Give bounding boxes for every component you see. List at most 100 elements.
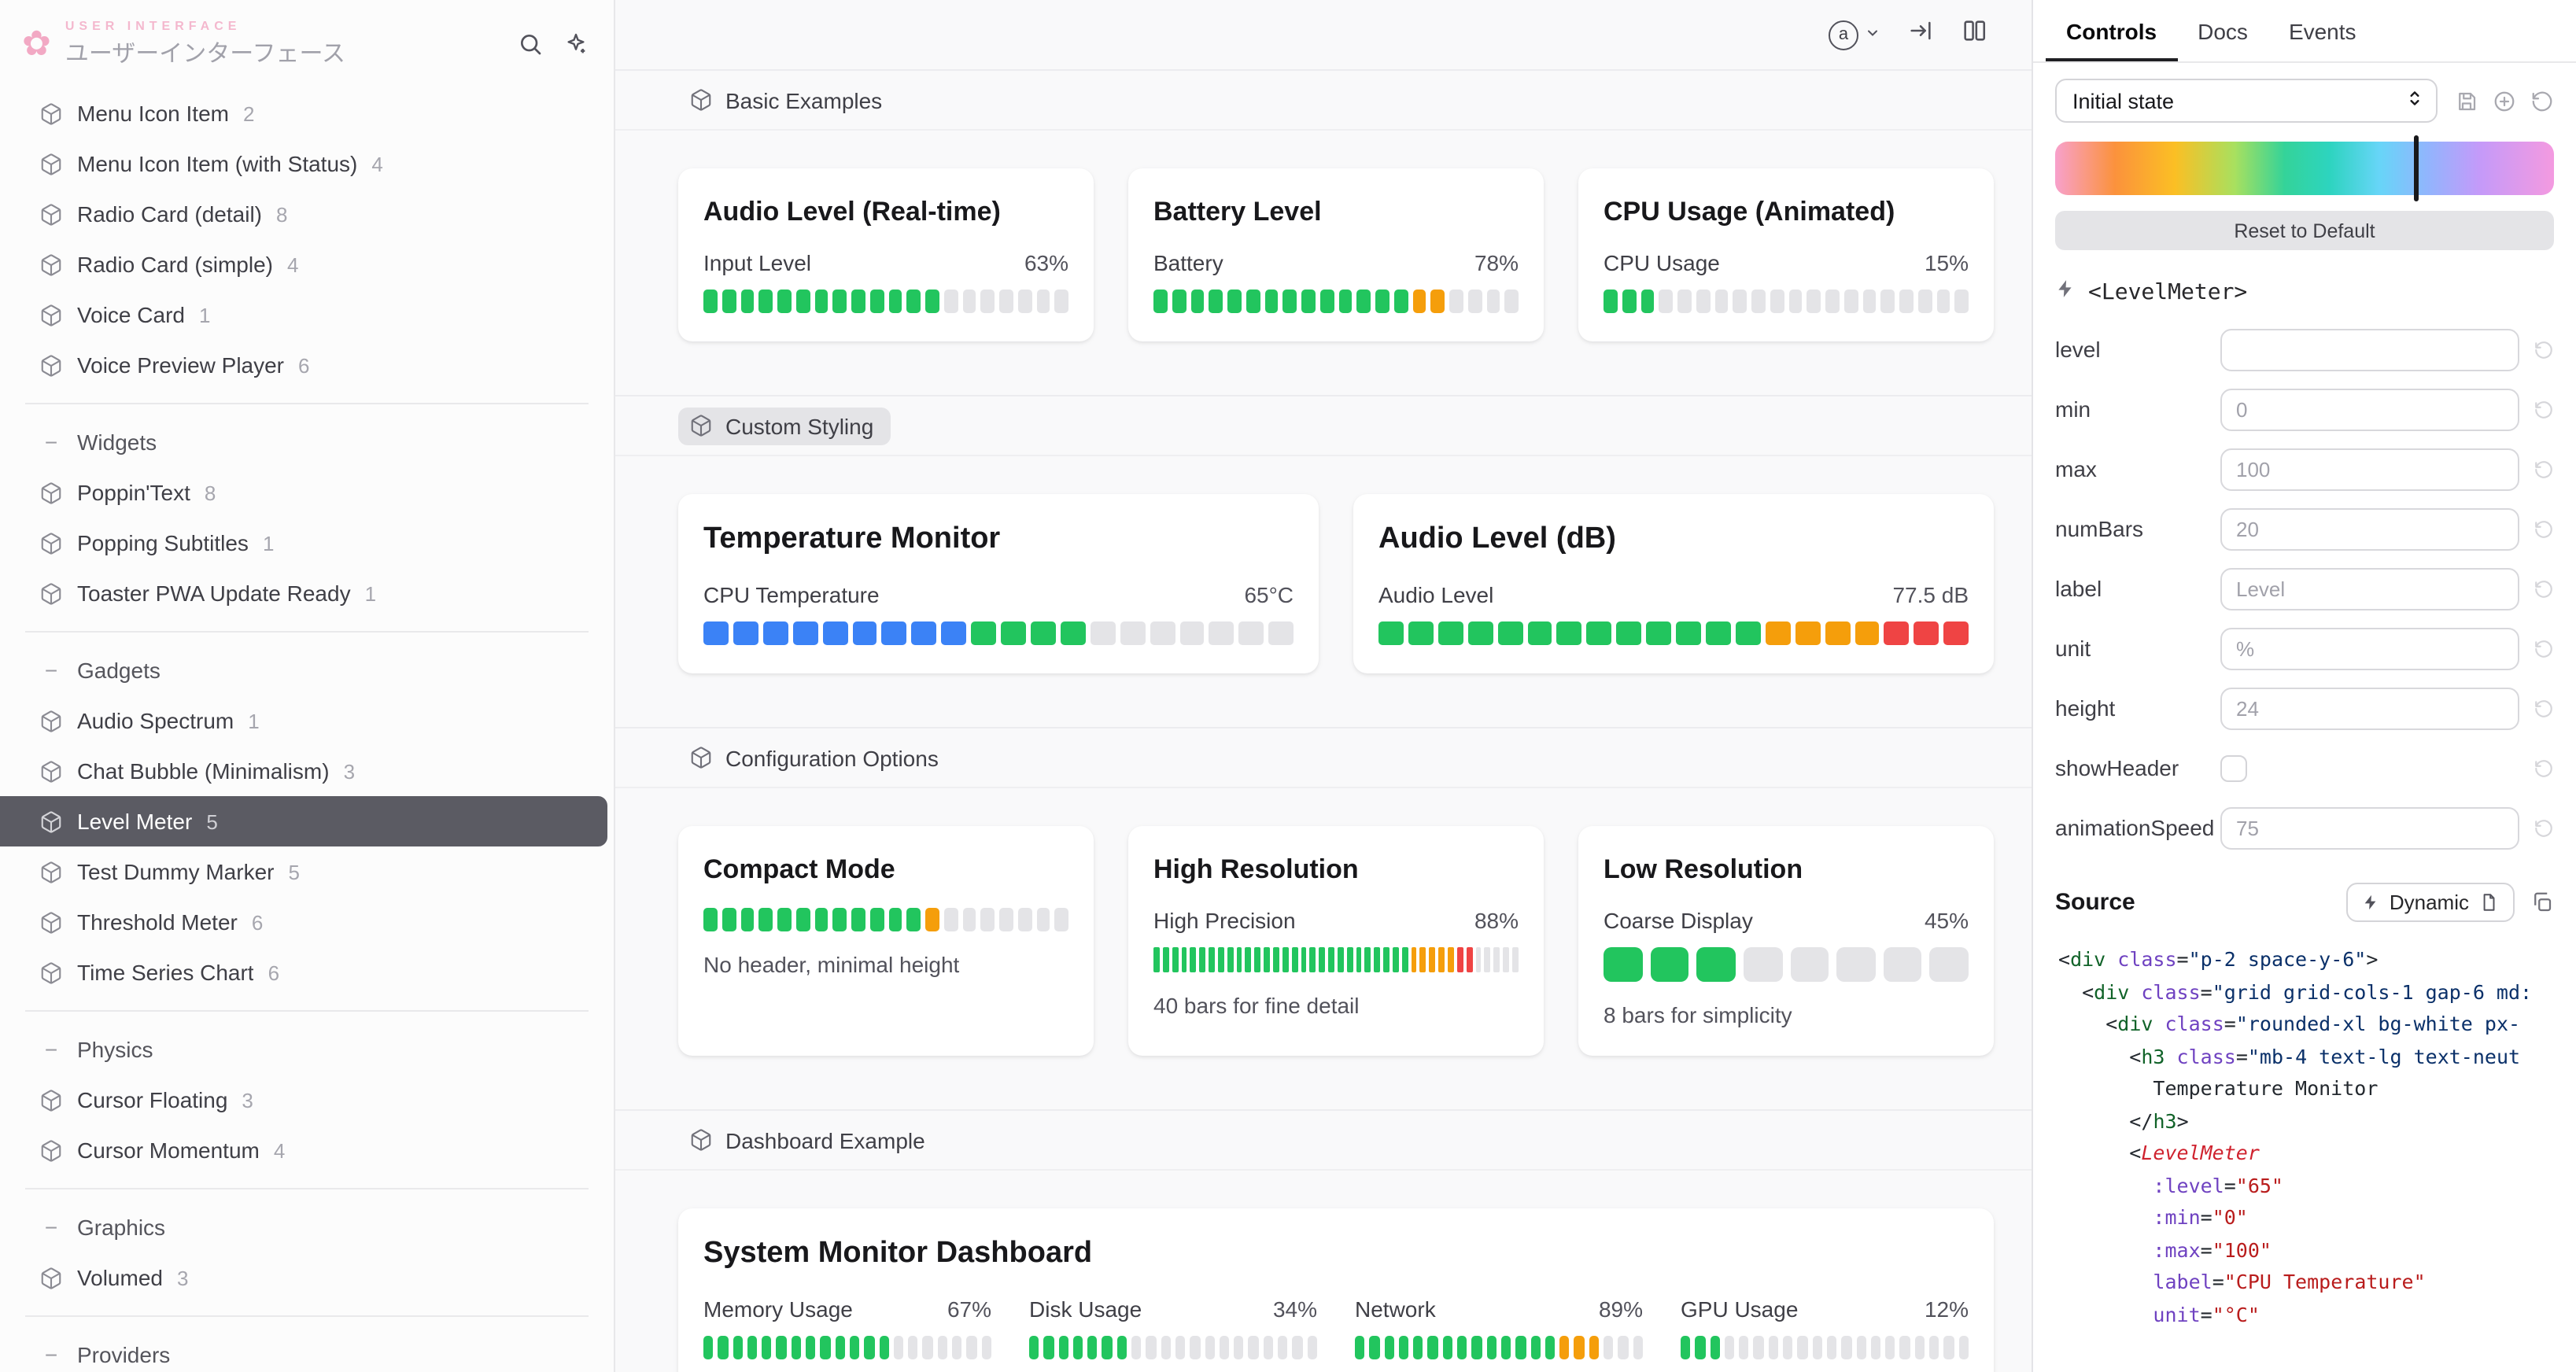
search-icon[interactable] [518,31,543,57]
sidebar-item[interactable]: Audio Spectrum1 [0,695,614,746]
sidebar-item[interactable]: Popping Subtitles1 [0,518,614,568]
sidebar-item[interactable]: Menu Icon Item2 [0,88,614,138]
sidebar-item[interactable]: Radio Card (simple)4 [0,239,614,290]
prop-input-height[interactable] [2220,687,2519,729]
background-select[interactable]: a [1829,20,1880,50]
tab-controls[interactable]: Controls [2046,0,2177,61]
meter-bar-blue [763,621,788,645]
meter-bar-empty [894,1336,904,1359]
meter-bar-green [835,1336,845,1359]
meter-bar-empty [981,908,995,931]
meter-bar-red [1884,621,1910,645]
prop-reset-icon[interactable] [2519,817,2554,838]
prop-input-animationSpeed[interactable] [2220,806,2519,849]
sidebar-item[interactable]: Cursor Floating3 [0,1075,614,1125]
prop-input-min[interactable] [2220,388,2519,430]
source-mode-button[interactable]: Dynamic [2347,883,2515,922]
sidebar-item[interactable]: Volumed3 [0,1252,614,1303]
prop-field [2220,754,2519,781]
meter-bar-blue [852,621,877,645]
sidebar-section[interactable]: −Providers [0,1330,614,1372]
sidebar-item[interactable]: Poppin'Text8 [0,467,614,518]
meter-bar-empty [1754,1336,1764,1359]
variant-header-label[interactable]: Basic Examples [678,81,899,119]
section-label: Physics [77,1037,153,1062]
background-hue-slider[interactable] [2055,142,2554,195]
sidebar-item[interactable]: Chat Bubble (Minimalism)3 [0,746,614,796]
tab-docs[interactable]: Docs [2177,0,2268,61]
card-title: Battery Level [1153,197,1519,228]
reset-state-icon[interactable] [2530,89,2554,112]
meter-bar-empty [1278,1336,1288,1359]
sidebar-section[interactable]: −Widgets [0,417,614,467]
text-direction-icon[interactable] [1907,17,1934,52]
meter-bar-empty [1677,290,1692,313]
variant-header: Custom Styling [615,396,2032,456]
meter-bar-empty [1856,1336,1866,1359]
props-list: levelminmaxnumBarslabelunitheightshowHea… [2033,319,2576,858]
sidebar-item[interactable]: Menu Icon Item (with Status)4 [0,138,614,189]
meter-bar-green [1058,1336,1068,1359]
save-state-icon[interactable] [2455,89,2478,112]
state-select[interactable]: Initial state [2055,79,2438,123]
variant-header-label[interactable]: Configuration Options [678,739,956,776]
meter-bar-green [1153,947,1160,972]
grid-view-icon[interactable] [1961,17,1987,52]
add-state-icon[interactable] [2493,89,2516,112]
meter-bar-green [1102,1336,1113,1359]
meter-bar-empty [1468,290,1482,313]
meter-bar-green [821,1336,831,1359]
prop-input-label[interactable] [2220,567,2519,610]
sidebar-section[interactable]: −Gadgets [0,645,614,695]
prop-input-numBars[interactable] [2220,507,2519,550]
meter-value: 67% [947,1296,991,1322]
sidebar-item[interactable]: Threshold Meter6 [0,897,614,947]
prop-input-unit[interactable] [2220,627,2519,669]
sidebar-item[interactable]: Cursor Momentum4 [0,1125,614,1175]
reset-to-default-button[interactable]: Reset to Default [2055,211,2554,250]
prop-input-level[interactable] [2220,328,2519,371]
meter-bar-green [1696,1336,1706,1359]
box-icon [689,88,713,112]
meter-bar-empty [981,1336,991,1359]
sidebar-item[interactable]: Time Series Chart6 [0,947,614,998]
prop-reset-icon[interactable] [2519,399,2554,419]
item-count: 3 [177,1266,188,1289]
sidebar-divider [25,403,589,404]
sidebar-item[interactable]: Voice Preview Player6 [0,340,614,390]
meter-bar-empty [999,908,1013,931]
sidebar-item[interactable]: Test Dummy Marker5 [0,846,614,897]
sidebar-section[interactable]: −Physics [0,1024,614,1075]
hue-cursor[interactable] [2414,135,2419,201]
meter-bar-empty [1930,947,1969,982]
component-icon [39,910,63,934]
prop-reset-icon[interactable] [2519,758,2554,778]
prop-reset-icon[interactable] [2519,518,2554,539]
sidebar-item[interactable]: Toaster PWA Update Ready1 [0,568,614,618]
sidebar-divider [25,631,589,633]
variant-header-label[interactable]: Dashboard Example [678,1121,943,1159]
variant-header-label[interactable]: Custom Styling [678,407,891,444]
sidebar-section[interactable]: −Graphics [0,1202,614,1252]
meter-bar-green [759,908,773,931]
tab-events[interactable]: Events [2268,0,2377,61]
prop-reset-icon[interactable] [2519,638,2554,658]
prop-reset-icon[interactable] [2519,578,2554,599]
meter-bar-empty [1505,290,1519,313]
prop-checkbox-showHeader[interactable] [2220,754,2247,781]
sidebar-item[interactable]: Level Meter5 [0,796,607,846]
meter-bar-blue [792,621,817,645]
meter-header: CPU Temperature65°C [703,582,1294,607]
sidebar-item[interactable]: Radio Card (detail)8 [0,189,614,239]
copy-icon[interactable] [2530,891,2554,914]
theme-toggle-icon[interactable] [563,31,589,57]
prop-reset-icon[interactable] [2519,698,2554,718]
prop-reset-icon[interactable] [2519,339,2554,360]
meter-bar-empty [908,1336,918,1359]
sidebar-item[interactable]: Voice Card1 [0,290,614,340]
prop-reset-icon[interactable] [2519,459,2554,479]
meter-bar-green [722,290,736,313]
level-meter-bars [703,621,1294,645]
prop-input-max[interactable] [2220,448,2519,490]
code-line: unit="°C" [2058,1299,2576,1331]
